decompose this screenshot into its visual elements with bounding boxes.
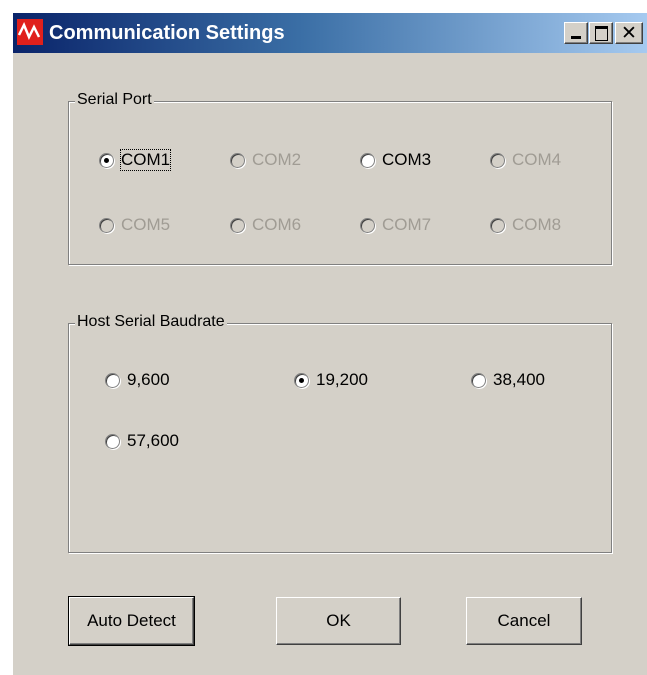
close-button[interactable]: ✕: [615, 22, 643, 44]
cancel-button[interactable]: Cancel: [466, 597, 582, 645]
radio-label: COM1: [119, 149, 172, 171]
radio-label: COM3: [382, 150, 432, 169]
radio-circle-icon: [360, 153, 375, 168]
radio-circle-icon: [490, 153, 505, 168]
radio-label: COM2: [252, 150, 302, 169]
maximize-icon: [595, 26, 608, 41]
maximize-button[interactable]: [589, 22, 613, 44]
waveform-app-icon[interactable]: [17, 19, 43, 45]
radio-circle-icon: [294, 373, 309, 388]
title-bar[interactable]: Communication Settings ✕: [13, 13, 647, 53]
close-icon: ✕: [621, 22, 637, 44]
serial-port-group-label: Serial Port: [75, 91, 154, 109]
radio-label: COM5: [121, 215, 171, 234]
baudrate-group: Host Serial Baudrate 9,600 19,200 38,400…: [68, 313, 612, 553]
radio-label: 38,400: [493, 370, 545, 389]
radio-label: COM4: [512, 150, 562, 169]
serial-port-group: Serial Port COM1 COM2 COM3 COM4 COM5 COM…: [68, 91, 612, 265]
radio-circle-icon: [105, 373, 120, 388]
radio-label: COM6: [252, 215, 302, 234]
baudrate-group-label: Host Serial Baudrate: [75, 313, 227, 331]
radio-circle-icon: [99, 153, 114, 168]
radio-label: 57,600: [127, 431, 179, 450]
radio-label: COM8: [512, 215, 562, 234]
radio-circle-icon: [230, 218, 245, 233]
auto-detect-button[interactable]: Auto Detect: [68, 596, 195, 646]
radio-selected-dot-icon: [299, 378, 304, 383]
radio-circle-icon: [99, 218, 114, 233]
minimize-icon: [571, 36, 581, 39]
radio-label: 9,600: [127, 370, 170, 389]
radio-label: 19,200: [316, 370, 368, 389]
radio-circle-icon: [230, 153, 245, 168]
radio-selected-dot-icon: [104, 158, 109, 163]
ok-button[interactable]: OK: [276, 597, 401, 645]
minimize-button[interactable]: [564, 22, 588, 44]
radio-circle-icon: [471, 373, 486, 388]
radio-circle-icon: [360, 218, 375, 233]
radio-circle-icon: [490, 218, 505, 233]
window-title: Communication Settings: [49, 22, 285, 44]
radio-label: COM7: [382, 215, 432, 234]
radio-circle-icon: [105, 434, 120, 449]
dialog-window: Communication Settings ✕ Serial Port COM…: [12, 12, 647, 675]
